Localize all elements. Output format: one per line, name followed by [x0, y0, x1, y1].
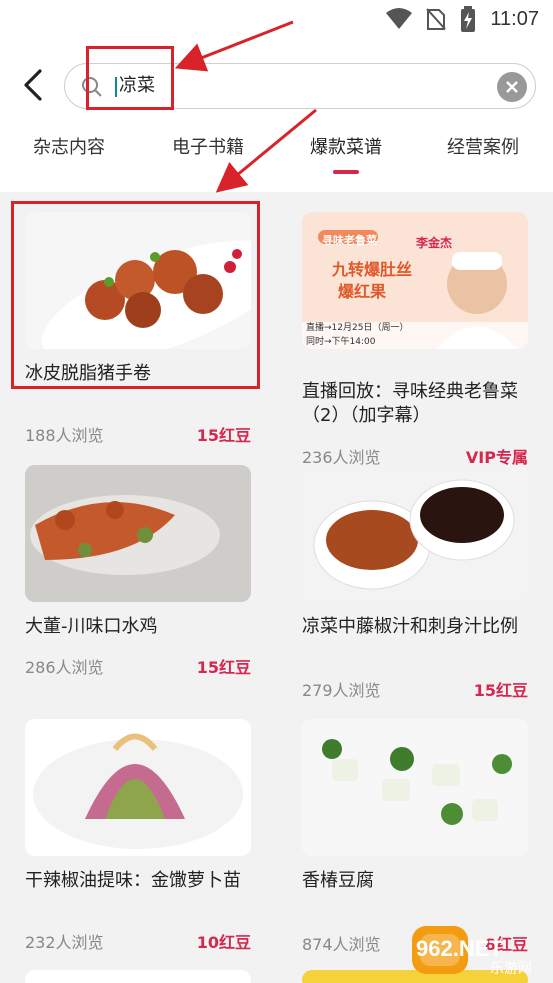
recipe-card[interactable]: 香椿豆腐 874人浏览 8红豆	[302, 719, 528, 954]
recipe-thumbnail: 寻味老鲁菜 九转爆肚丝 爆红果 李金杰 直播→12月25日（周一） 同时→下午1…	[302, 212, 528, 349]
view-count: 232人浏览	[25, 933, 104, 952]
battery-charging-icon	[461, 6, 476, 32]
live-title: 寻味老鲁菜	[322, 234, 377, 247]
view-count: 874人浏览	[302, 935, 381, 954]
site-watermark: 962.NET 乐游网	[412, 918, 547, 980]
recipe-card[interactable]	[25, 970, 251, 983]
tab-label: 爆款菜谱	[310, 137, 382, 158]
tab-business-cases[interactable]: 经营案例	[430, 130, 536, 192]
recipe-card[interactable]: 寻味老鲁菜 九转爆肚丝 爆红果 李金杰 直播→12月25日（周一） 同时→下午1…	[302, 212, 528, 467]
live-chef: 李金杰	[416, 236, 453, 250]
recipe-thumbnail	[25, 465, 251, 602]
recipe-title: 直播回放：寻味经典老鲁菜（2）（加字幕）	[302, 381, 518, 426]
view-count: 286人浏览	[25, 658, 104, 677]
clock-time: 11:07	[490, 7, 539, 30]
category-tabs: 杂志内容 电子书籍 爆款菜谱 经营案例	[0, 130, 553, 192]
view-count: 188人浏览	[25, 426, 104, 445]
live-date: 直播→12月25日（周一）	[306, 323, 409, 333]
active-tab-indicator	[333, 170, 359, 174]
search-header: 凉菜	[0, 40, 553, 130]
recipe-title: 干辣椒油提味：金馓萝卜苗	[25, 870, 241, 891]
recipe-thumbnail	[302, 465, 528, 602]
tab-label: 经营案例	[447, 137, 519, 158]
tab-label: 电子书籍	[172, 137, 244, 158]
tab-hot-recipes[interactable]: 爆款菜谱	[293, 130, 399, 192]
recipe-card[interactable]: 大董-川味口水鸡 286人浏览 15红豆	[25, 465, 251, 685]
recipe-title: 凉菜中藤椒汁和刺身汁比例	[302, 616, 518, 637]
recipe-card[interactable]: 凉菜中藤椒汁和刺身汁比例 279人浏览 15红豆	[302, 465, 528, 705]
tab-magazine[interactable]: 杂志内容	[16, 130, 122, 192]
live-hour: 同时→下午14:00	[306, 337, 376, 347]
recipe-price: 15红豆	[196, 426, 251, 445]
recipe-title: 大董-川味口水鸡	[25, 616, 158, 637]
recipe-thumbnail	[25, 719, 251, 856]
live-dish-2: 爆红果	[338, 282, 387, 301]
annotation-box-result	[11, 201, 260, 389]
close-icon	[506, 81, 518, 93]
recipe-price: 15红豆	[196, 658, 251, 677]
recipe-card[interactable]: 干辣椒油提味：金馓萝卜苗 232人浏览 10红豆	[25, 719, 251, 959]
recipe-price: 10红豆	[196, 933, 251, 952]
wifi-icon	[386, 8, 413, 29]
no-sim-icon	[426, 8, 447, 30]
status-bar: 11:07	[0, 0, 553, 40]
recipe-thumbnail	[302, 719, 528, 856]
view-count: 279人浏览	[302, 681, 381, 700]
recipe-price: 15红豆	[473, 681, 528, 700]
tab-ebooks[interactable]: 电子书籍	[155, 130, 261, 192]
recipe-title: 香椿豆腐	[302, 870, 374, 891]
tab-label: 杂志内容	[33, 137, 105, 158]
annotation-box-search	[86, 46, 174, 110]
back-arrow-icon[interactable]	[20, 68, 50, 102]
clear-search-button[interactable]	[497, 72, 527, 102]
recipe-thumbnail	[25, 970, 251, 983]
watermark-subtext: 乐游网	[490, 961, 532, 977]
live-dish-1: 九转爆肚丝	[332, 260, 413, 279]
